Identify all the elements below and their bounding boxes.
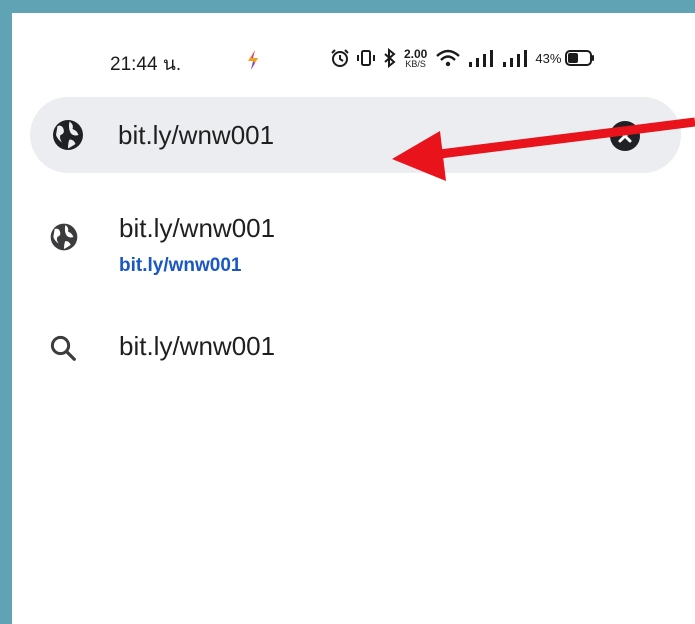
- app-notification-icon: [248, 50, 258, 70]
- signal-icon-1: [469, 50, 494, 67]
- suggestion-title: bit.ly/wnw001: [119, 331, 276, 361]
- bluetooth-icon: [384, 48, 396, 68]
- globe-icon: [53, 120, 83, 150]
- signal-icon-2: [503, 50, 528, 67]
- url-input[interactable]: [118, 117, 588, 153]
- network-speed: 2.00 KB/S: [404, 48, 427, 69]
- status-icons: 2.00 KB/S 43%: [330, 46, 595, 70]
- network-speed-value: 2.00: [404, 46, 428, 61]
- address-bar[interactable]: [30, 97, 681, 173]
- suggestion-search[interactable]: bit.ly/wnw001: [12, 313, 695, 383]
- network-speed-unit: KB/S: [405, 58, 426, 69]
- status-bar: 21:44 น. 2.00 KB/S 43%: [12, 13, 695, 83]
- battery-percent: 43%: [535, 50, 562, 66]
- alarm-icon: [331, 49, 349, 67]
- suggestion-title: bit.ly/wnw001: [119, 213, 276, 243]
- status-time: 21:44 น.: [110, 54, 182, 75]
- close-icon: [618, 129, 632, 143]
- wifi-icon: [436, 49, 461, 67]
- phone-screen: 21:44 น. 2.00 KB/S 43% bit.ly/wnw001 bit…: [12, 13, 695, 624]
- suggestion-url-text: bit.ly/wnw001: [119, 255, 242, 276]
- battery-icon: [565, 50, 595, 66]
- search-icon: [50, 335, 76, 361]
- vibrate-icon: [357, 50, 375, 66]
- clear-button[interactable]: [610, 121, 640, 151]
- suggestion-url[interactable]: bit.ly/wnw001 bit.ly/wnw001: [12, 199, 695, 289]
- globe-icon: [50, 223, 78, 251]
